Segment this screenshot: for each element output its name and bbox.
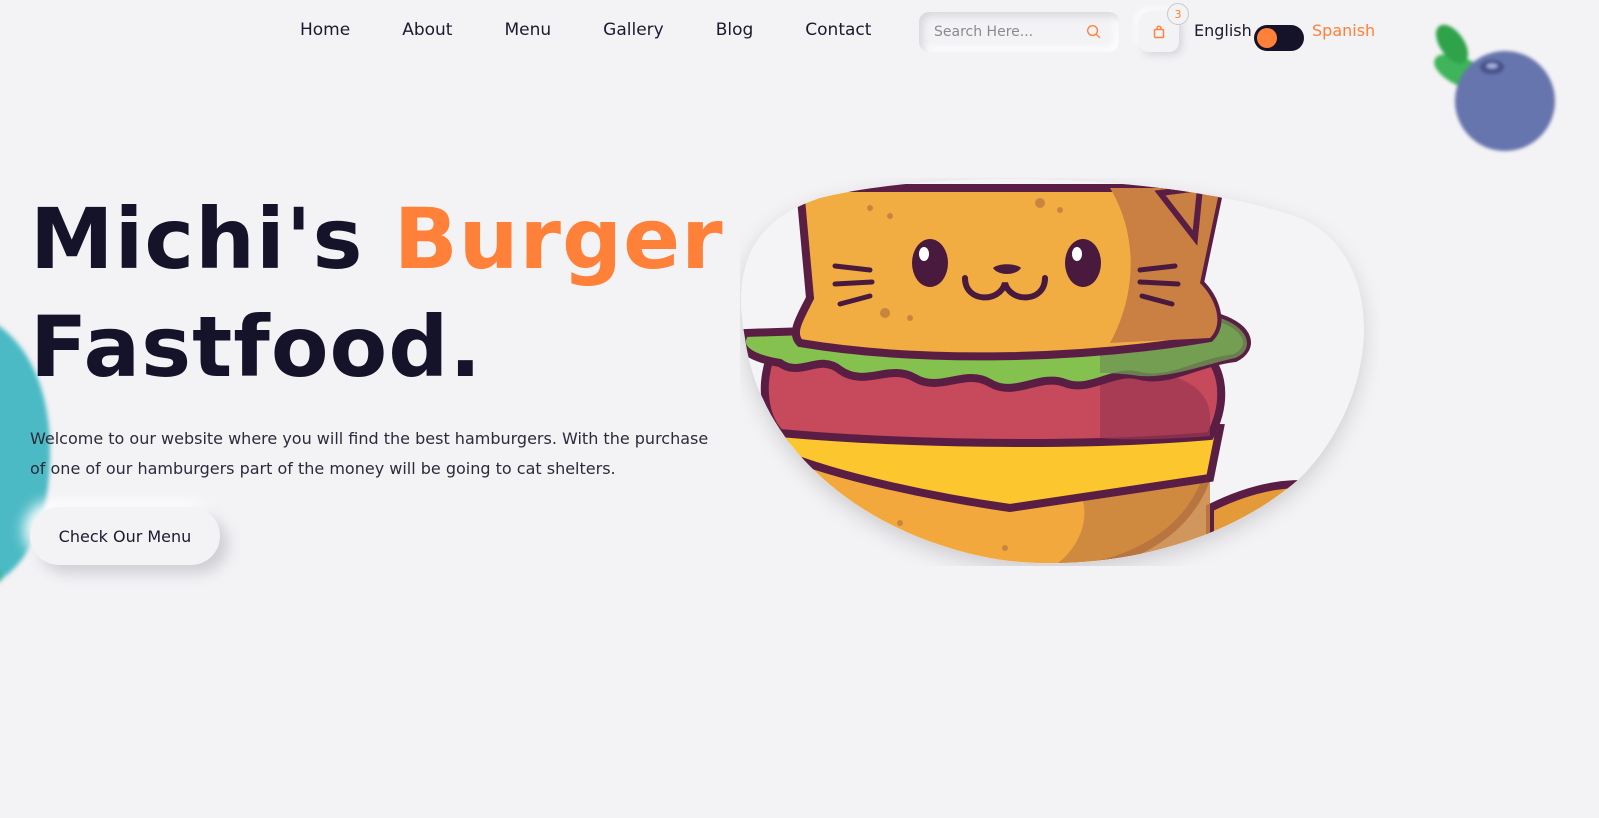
shopping-bag-icon [1153, 25, 1165, 39]
nav-link-menu[interactable]: Menu [504, 20, 551, 40]
hero-title-part1: Michi's [30, 190, 394, 288]
search-icon[interactable] [1086, 24, 1101, 39]
top-navigation: Home About Menu Gallery Blog Contact 3 E… [0, 0, 1599, 64]
hero-title: Michi's Burger Fastfood. [30, 185, 724, 401]
language-spanish-label[interactable]: Spanish [1312, 21, 1375, 40]
hero-title-accent: Burger [393, 190, 724, 288]
nav-link-blog[interactable]: Blog [716, 20, 754, 40]
cart-button[interactable]: 3 [1139, 3, 1189, 52]
hero-description: Welcome to our website where you will fi… [30, 429, 709, 478]
nav-link-contact[interactable]: Contact [805, 20, 871, 40]
nav-link-about[interactable]: About [402, 20, 452, 40]
language-toggle-knob [1257, 28, 1277, 48]
cart-count-badge: 3 [1167, 3, 1189, 25]
search-input[interactable] [919, 24, 1069, 40]
hero-title-line2: Fastfood. [30, 298, 483, 396]
language-toggle[interactable] [1254, 25, 1304, 51]
cat-burger-illustration [741, 179, 1364, 564]
language-english-label[interactable]: English [1194, 21, 1252, 40]
nav-link-gallery[interactable]: Gallery [603, 20, 664, 40]
nav-links: Home About Menu Gallery Blog Contact [300, 20, 923, 40]
search-box [919, 12, 1119, 52]
check-menu-button[interactable]: Check Our Menu [30, 507, 220, 565]
blueberry-decoration [1434, 24, 1555, 151]
nav-link-home[interactable]: Home [300, 20, 350, 40]
